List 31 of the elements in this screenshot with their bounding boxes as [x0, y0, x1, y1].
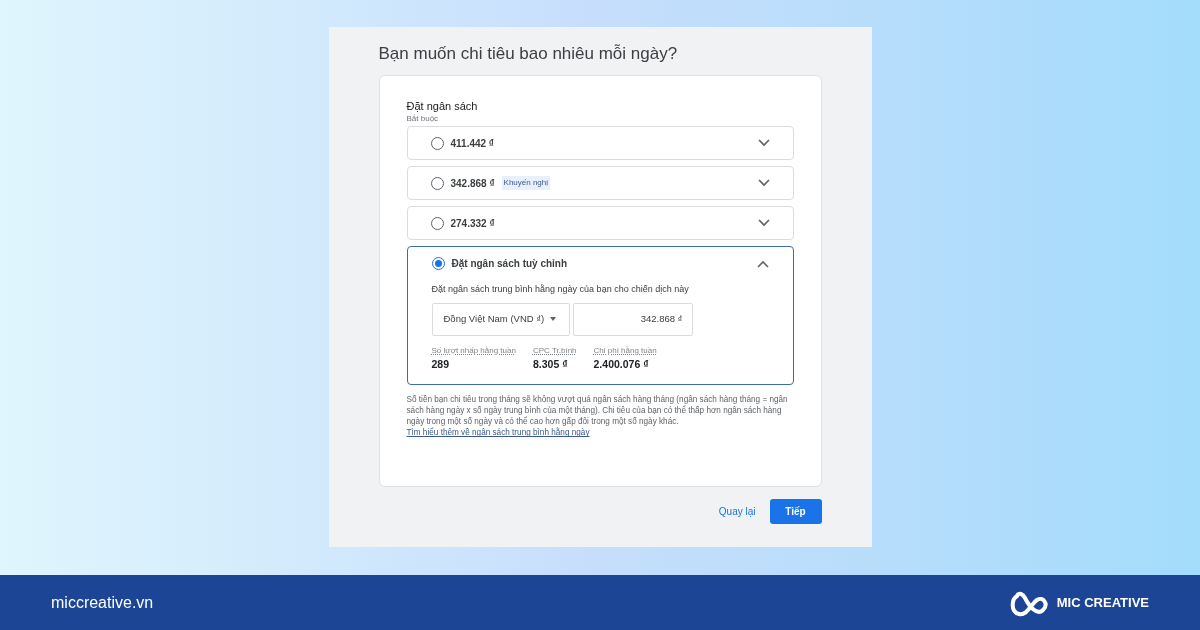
option-label: Đặt ngân sách tuỳ chỉnh	[451, 257, 568, 271]
chevron-down-icon[interactable]	[757, 139, 770, 147]
stat-label: Chi phí hằng tuần	[593, 344, 657, 357]
budget-option[interactable]: 274.332 ₫	[406, 206, 794, 240]
page-title: Bạn muốn chi tiêu bao nhiêu mỗi ngày?	[378, 43, 679, 65]
currency-dropdown[interactable]: Đồng Việt Nam (VND ₫)	[431, 302, 570, 336]
required-hint: Bắt buộc	[406, 113, 440, 124]
stat-label: CPC Tr.bình	[532, 344, 577, 357]
next-button[interactable]: Tiếp	[769, 499, 822, 524]
learn-more-link[interactable]: Tìm hiểu thêm về ngân sách trung bình hằng ngày	[406, 428, 590, 438]
website-link[interactable]: miccreative.vn	[51, 590, 154, 615]
option-label: 342.868 ₫	[450, 176, 495, 191]
chevron-down-icon[interactable]	[757, 179, 770, 187]
stat-value: 2.400.076 ₫	[593, 356, 650, 372]
option-description: Đặt ngân sách trung bình hằng ngày của bạn cho chiến dịch này	[431, 283, 690, 296]
option-label: 274.332 ₫	[450, 216, 495, 231]
section-label: Đặt ngân sách	[406, 99, 479, 113]
back-button[interactable]: Quay lại	[716, 498, 758, 525]
stat-value: 289	[431, 356, 451, 372]
chevron-up-icon[interactable]	[756, 259, 769, 268]
option-label: 411.442 ₫	[450, 136, 494, 151]
budget-note: Số tiền bạn chi tiêu trong tháng sẽ không vượt quá ngân sách hàng tháng (ngân sách hàng tháng = ngân sách hàng ngày x số ngày trung bình của một tháng). Chi tiêu của bạn có thể thấp hơn ngân sách hàng ngày trong một số ngày và có thể cao hơn gấp đôi trong một số ngày khác. Tìm hiểu thêm về ngân sách trung bình hằng ngày	[406, 394, 789, 439]
budget-option[interactable]: 342.868 ₫ Khuyến nghị	[406, 166, 794, 200]
brand-name: MIC CREATIVE	[1056, 593, 1149, 612]
stat-label: Số lượt nhấp hằng tuần	[431, 344, 516, 357]
chevron-down-icon[interactable]	[757, 219, 770, 227]
recommended-badge: Khuyến nghị	[501, 176, 551, 190]
amount-field[interactable]: 342.868 ₫	[572, 302, 693, 336]
budget-option[interactable]: Đặt ngân sách tuỳ chỉnh Đặt ngân sách trung bình hằng ngày của bạn cho chiến dịch này Đồng Việt Nam (VND ₫) 342.868 ₫ Số lượt nhấp hằng tuần 289 CPC Tr.bình 8.305 ₫ Chi phí hằng tuần 2.400.076 ₫	[406, 246, 794, 386]
budget-option[interactable]: 411.442 ₫	[406, 126, 794, 160]
stat-value: 8.305 ₫	[532, 356, 569, 372]
